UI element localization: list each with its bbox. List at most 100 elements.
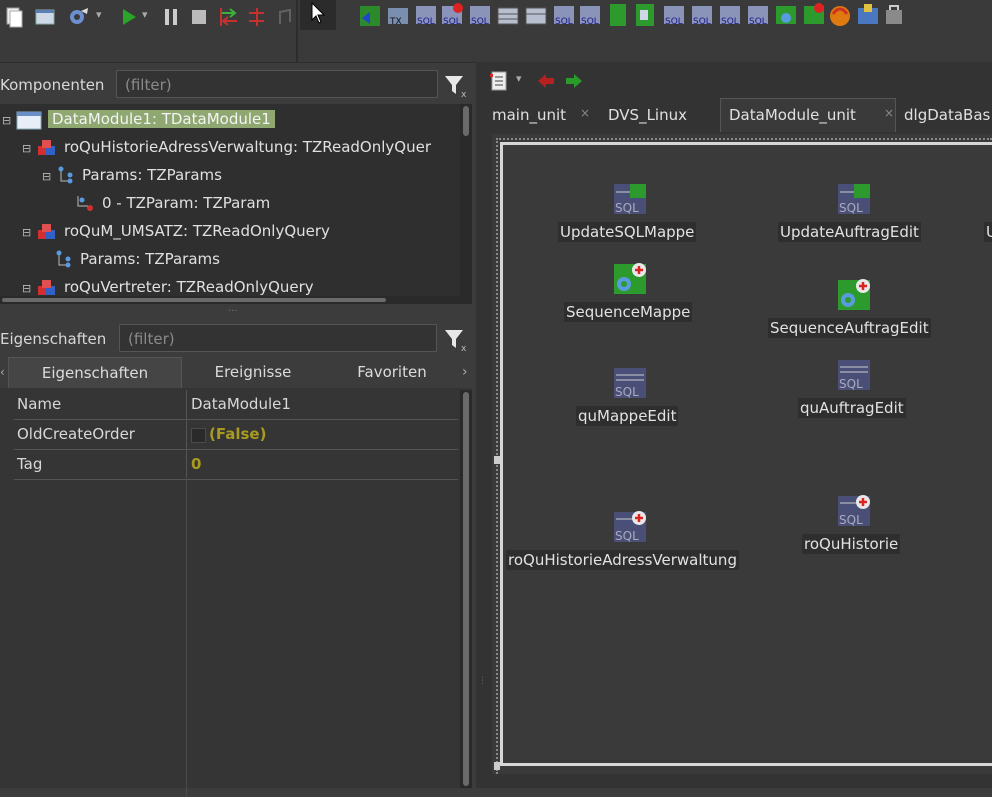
resize-handle[interactable] <box>494 762 500 770</box>
palette-component-icon[interactable]: SQL <box>578 2 602 28</box>
filter-clear-icon[interactable]: x <box>443 74 469 98</box>
property-grid-scrollbar[interactable] <box>460 390 472 788</box>
svg-text:SQL: SQL <box>839 377 863 391</box>
palette-component-icon[interactable] <box>634 2 658 28</box>
tree-node-params[interactable]: ⊟ Params: TZParams <box>42 162 222 188</box>
resize-handle[interactable] <box>494 456 500 464</box>
build-settings-icon[interactable] <box>68 6 90 28</box>
svg-text:SQL: SQL <box>693 17 711 27</box>
property-value[interactable]: 0 <box>191 450 201 479</box>
chevron-down-icon[interactable]: ▾ <box>142 8 148 21</box>
sql-update-icon: SQL <box>838 184 870 215</box>
step-into-icon[interactable] <box>218 6 240 28</box>
step-over-icon[interactable] <box>246 6 268 28</box>
tab-favoriten[interactable]: Favoriten <box>330 357 454 388</box>
palette-component-icon[interactable]: SQL <box>468 2 492 28</box>
tree-node-datamodule[interactable]: ⊟ DataModule1: TDataModule1 <box>2 106 275 132</box>
palette-component-icon[interactable] <box>802 2 826 28</box>
palette-component-icon[interactable]: SQL <box>690 2 714 28</box>
filter-clear-icon[interactable]: x <box>443 328 469 352</box>
palette-component-icon[interactable] <box>774 2 798 28</box>
tree-node-query[interactable]: ⊟ roQuM_UMSATZ: TZReadOnlyQuery <box>22 218 330 244</box>
stop-icon[interactable] <box>188 6 210 28</box>
palette-component-icon[interactable] <box>882 2 906 28</box>
new-form-icon[interactable] <box>34 6 56 28</box>
palette-component-icon[interactable]: SQL <box>662 2 686 28</box>
close-tab-icon[interactable]: × <box>580 106 590 120</box>
tab-ereignisse[interactable]: Ereignisse <box>184 357 322 388</box>
svg-text:SQL: SQL <box>839 201 863 215</box>
run-icon[interactable] <box>118 6 140 28</box>
tree-node-param[interactable]: 0 - TZParam: TZParam <box>74 190 270 216</box>
chevron-down-icon[interactable]: ▾ <box>516 72 522 85</box>
palette-component-icon[interactable] <box>524 2 548 28</box>
main-toolbar: ▾ ▾ TX SQL SQL SQL SQL SQL SQL SQL SQL S… <box>0 0 992 63</box>
palette-component-icon[interactable]: SQL <box>414 2 438 28</box>
step-out-icon[interactable] <box>274 6 296 28</box>
svg-text:SQL: SQL <box>615 529 639 543</box>
property-row[interactable]: OldCreateOrder (False) <box>14 420 458 450</box>
select-pointer-icon[interactable] <box>310 2 326 24</box>
sql-readonly-query-icon: SQL <box>614 511 646 543</box>
tree-horizontal-scrollbar[interactable] <box>0 296 460 304</box>
splitter-grip[interactable]: ··· <box>228 306 238 317</box>
component-label-partial: U <box>984 222 992 242</box>
palette-component-icon[interactable] <box>358 2 382 28</box>
chevron-down-icon[interactable]: ▾ <box>96 8 102 21</box>
forward-arrow-icon[interactable] <box>564 72 584 90</box>
tree-node-label: roQuHistorieAdressVerwaltung: TZReadOnly… <box>64 138 431 156</box>
svg-text:SQL: SQL <box>471 17 489 27</box>
back-arrow-icon[interactable] <box>536 72 556 90</box>
svg-text:SQL: SQL <box>721 17 739 27</box>
palette-component-icon[interactable] <box>606 2 630 28</box>
tree-vertical-scrollbar[interactable] <box>460 104 472 304</box>
components-filter-input[interactable]: (filter) <box>116 70 438 98</box>
svg-text:TX: TX <box>389 17 402 27</box>
palette-component-icon[interactable]: SQL <box>746 2 770 28</box>
tab-datamodule-unit[interactable]: DataModule_unit <box>729 100 856 130</box>
tree-node-query[interactable]: ⊟ roQuHistorieAdressVerwaltung: TZReadOn… <box>22 134 431 160</box>
new-unit-icon[interactable] <box>4 6 26 28</box>
params-icon <box>58 166 73 183</box>
properties-panel-title: Eigenschaften <box>0 330 107 348</box>
tree-node-params[interactable]: Params: TZParams <box>54 246 220 272</box>
sql-update-icon: SQL <box>614 184 646 215</box>
tree-node-label: 0 - TZParam: TZParam <box>102 194 271 212</box>
sql-query-icon: SQL <box>838 360 870 391</box>
tabs-scroll-left-icon[interactable]: ‹ <box>0 357 8 388</box>
property-value[interactable]: DataModule1 <box>191 390 291 419</box>
components-tree: ⊟ DataModule1: TDataModule1 ⊟ roQuHistor… <box>0 104 472 304</box>
property-row[interactable]: Name DataModule1 <box>14 390 458 420</box>
palette-component-icon[interactable] <box>828 2 852 28</box>
query-component-icon <box>38 279 55 295</box>
tab-dlgdatabas[interactable]: dlgDataBas <box>904 100 990 130</box>
editor-menu-button[interactable] <box>486 70 516 94</box>
tab-main-unit[interactable]: main_unit <box>492 100 566 130</box>
svg-text:SQL: SQL <box>443 17 461 27</box>
component-palette: TX SQL SQL SQL SQL SQL SQL SQL SQL SQL <box>356 0 916 30</box>
svg-text:SQL: SQL <box>581 17 599 27</box>
tab-eigenschaften[interactable]: Eigenschaften <box>8 357 182 388</box>
palette-component-icon[interactable] <box>856 2 880 28</box>
sql-readonly-query-icon: SQL <box>838 495 870 527</box>
palette-component-icon[interactable]: SQL <box>552 2 576 28</box>
palette-component-icon[interactable]: SQL <box>440 2 464 28</box>
palette-component-icon[interactable]: TX <box>386 2 410 28</box>
palette-component-icon[interactable] <box>496 2 520 28</box>
property-row[interactable]: Tag 0 <box>14 450 458 480</box>
pause-icon[interactable] <box>160 6 182 28</box>
svg-text:SQL: SQL <box>417 17 435 27</box>
tree-node-label: Params: TZParams <box>82 166 222 184</box>
tabs-scroll-right-icon[interactable]: › <box>462 357 468 388</box>
property-name: OldCreateOrder <box>17 425 135 443</box>
tree-node-label: roQuVertreter: TZReadOnlyQuery <box>64 278 314 296</box>
checkbox[interactable] <box>191 428 206 443</box>
svg-text:SQL: SQL <box>839 513 863 527</box>
close-tab-icon[interactable]: × <box>884 106 894 120</box>
sequence-icon <box>614 263 646 294</box>
splitter-grip[interactable]: ⋮ <box>478 676 487 686</box>
svg-text:SQL: SQL <box>665 17 683 27</box>
tab-dvs-linux[interactable]: DVS_Linux <box>608 100 687 130</box>
properties-filter-input[interactable]: (filter) <box>119 324 437 352</box>
palette-component-icon[interactable]: SQL <box>718 2 742 28</box>
